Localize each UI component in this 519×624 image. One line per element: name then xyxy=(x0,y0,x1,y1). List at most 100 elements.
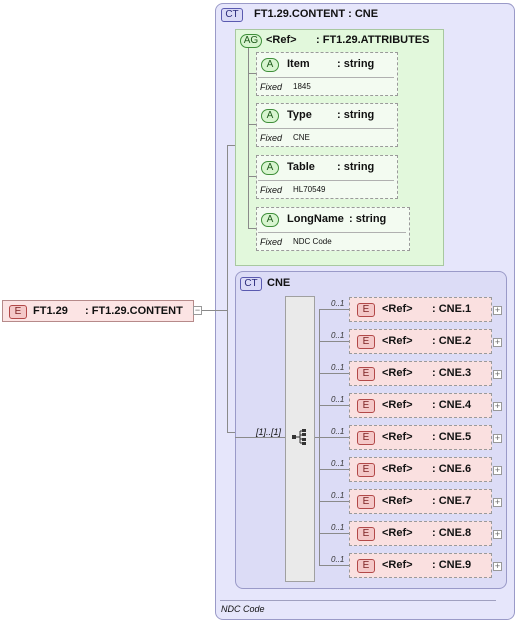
connector xyxy=(202,310,215,311)
fixed-value: 1845 xyxy=(293,82,311,91)
element-branch-line xyxy=(319,373,349,374)
cne-type-title: CNE xyxy=(267,277,291,289)
element-branch-line xyxy=(319,501,349,502)
element-cardinality: 0..1 xyxy=(331,395,345,404)
fixed-value: HL70549 xyxy=(293,185,326,194)
element-type: : CNE.7 xyxy=(432,495,472,507)
element-cardinality: 0..1 xyxy=(331,331,345,340)
attribute-type-label: : string xyxy=(349,213,387,225)
complex-type-badge: CT xyxy=(221,8,243,22)
element-branch-line xyxy=(319,341,349,342)
attribute-branch-line xyxy=(248,73,256,74)
sequence-cardinality: [1]..[1] xyxy=(256,427,282,437)
element-type: : CNE.9 xyxy=(432,559,472,571)
expand-toggle[interactable]: + xyxy=(493,562,502,571)
complex-type-badge: CT xyxy=(240,277,262,291)
element-branch-line xyxy=(319,437,349,438)
attribute-divider xyxy=(258,180,394,181)
content-connector xyxy=(215,310,227,311)
collapse-toggle[interactable]: − xyxy=(193,306,202,315)
attribute-divider xyxy=(258,128,394,129)
element-cardinality: 0..1 xyxy=(331,555,345,564)
element-type: : CNE.8 xyxy=(432,527,472,539)
element-ref: <Ref> xyxy=(382,527,413,539)
attribute-type: : string xyxy=(337,58,375,70)
fixed-label: Fixed xyxy=(260,185,283,195)
attribute-branch-line xyxy=(248,124,256,125)
fixed-value: CNE xyxy=(293,133,310,142)
element-branch-line xyxy=(319,309,349,310)
element-ref: <Ref> xyxy=(382,303,413,315)
content-type-footer: NDC Code xyxy=(221,604,265,614)
element-badge: E xyxy=(357,303,375,317)
attribute-branch-line xyxy=(248,228,256,229)
element-branch-line xyxy=(319,533,349,534)
element-badge: E xyxy=(357,495,375,509)
element-type: : CNE.6 xyxy=(432,463,472,475)
expand-toggle[interactable]: + xyxy=(493,306,502,315)
attribute-badge: A xyxy=(261,109,279,123)
element-type: : CNE.4 xyxy=(432,399,472,411)
element-cardinality: 0..1 xyxy=(331,363,345,372)
attribute-badge: A xyxy=(261,213,279,227)
element-ref: <Ref> xyxy=(382,335,413,347)
element-type: : CNE.1 xyxy=(432,303,472,315)
attribute-name: LongName xyxy=(287,213,344,225)
sequence-icon xyxy=(292,429,306,445)
element-badge: E xyxy=(357,431,375,445)
element-cardinality: 0..1 xyxy=(331,491,345,500)
content-type-title: FT1.29.CONTENT : CNE xyxy=(254,8,379,20)
attribute-tree-line xyxy=(248,48,249,228)
attribute-group-ref: <Ref> xyxy=(266,34,297,46)
attribute-name: Item xyxy=(287,58,310,70)
attribute-type-label: : string xyxy=(337,161,375,173)
element-ref: <Ref> xyxy=(382,559,413,571)
element-cardinality: 0..1 xyxy=(331,427,345,436)
element-badge: E xyxy=(357,527,375,541)
attribute-branch-line xyxy=(248,176,256,177)
fixed-label: Fixed xyxy=(260,82,283,92)
expand-toggle[interactable]: + xyxy=(493,370,502,379)
element-ref: <Ref> xyxy=(382,367,413,379)
content-connector xyxy=(227,145,235,146)
root-element[interactable]: E FT1.29 : FT1.29.CONTENT xyxy=(2,300,194,322)
element-badge: E xyxy=(357,399,375,413)
element-cardinality: 0..1 xyxy=(331,459,345,468)
attribute-badge: A xyxy=(261,58,279,72)
root-element-type: : FT1.29.CONTENT xyxy=(85,305,183,317)
expand-toggle[interactable]: + xyxy=(493,530,502,539)
attribute-divider xyxy=(258,232,406,233)
expand-toggle[interactable]: + xyxy=(493,498,502,507)
element-branch-line xyxy=(319,469,349,470)
attribute-badge: A xyxy=(261,161,279,175)
element-type: : CNE.2 xyxy=(432,335,472,347)
element-badge: E xyxy=(357,335,375,349)
attribute-name: Type xyxy=(287,109,312,121)
element-ref: <Ref> xyxy=(382,495,413,507)
element-type: : CNE.5 xyxy=(432,431,472,443)
attribute-group-type: : FT1.29.ATTRIBUTES xyxy=(316,34,430,46)
element-badge: E xyxy=(357,367,375,381)
root-element-name: FT1.29 xyxy=(33,305,68,317)
expand-toggle[interactable]: + xyxy=(493,338,502,347)
attribute-divider xyxy=(258,77,394,78)
element-branch-line xyxy=(319,565,349,566)
footer-divider xyxy=(220,600,496,601)
content-connector xyxy=(227,145,228,432)
expand-toggle[interactable]: + xyxy=(493,402,502,411)
element-badge: E xyxy=(357,463,375,477)
element-cardinality: 0..1 xyxy=(331,299,345,308)
content-connector xyxy=(227,432,235,433)
fixed-label: Fixed xyxy=(260,237,283,247)
attribute-type-label: : string xyxy=(337,109,375,121)
fixed-value: NDC Code xyxy=(293,237,332,246)
element-ref: <Ref> xyxy=(382,431,413,443)
element-type: : CNE.3 xyxy=(432,367,472,379)
attribute-group-badge: AG xyxy=(240,34,262,48)
element-ref: <Ref> xyxy=(382,463,413,475)
expand-toggle[interactable]: + xyxy=(493,434,502,443)
expand-toggle[interactable]: + xyxy=(493,466,502,475)
attribute-name: Table xyxy=(287,161,315,173)
sequence-connector xyxy=(235,437,285,438)
element-branch-line xyxy=(319,405,349,406)
